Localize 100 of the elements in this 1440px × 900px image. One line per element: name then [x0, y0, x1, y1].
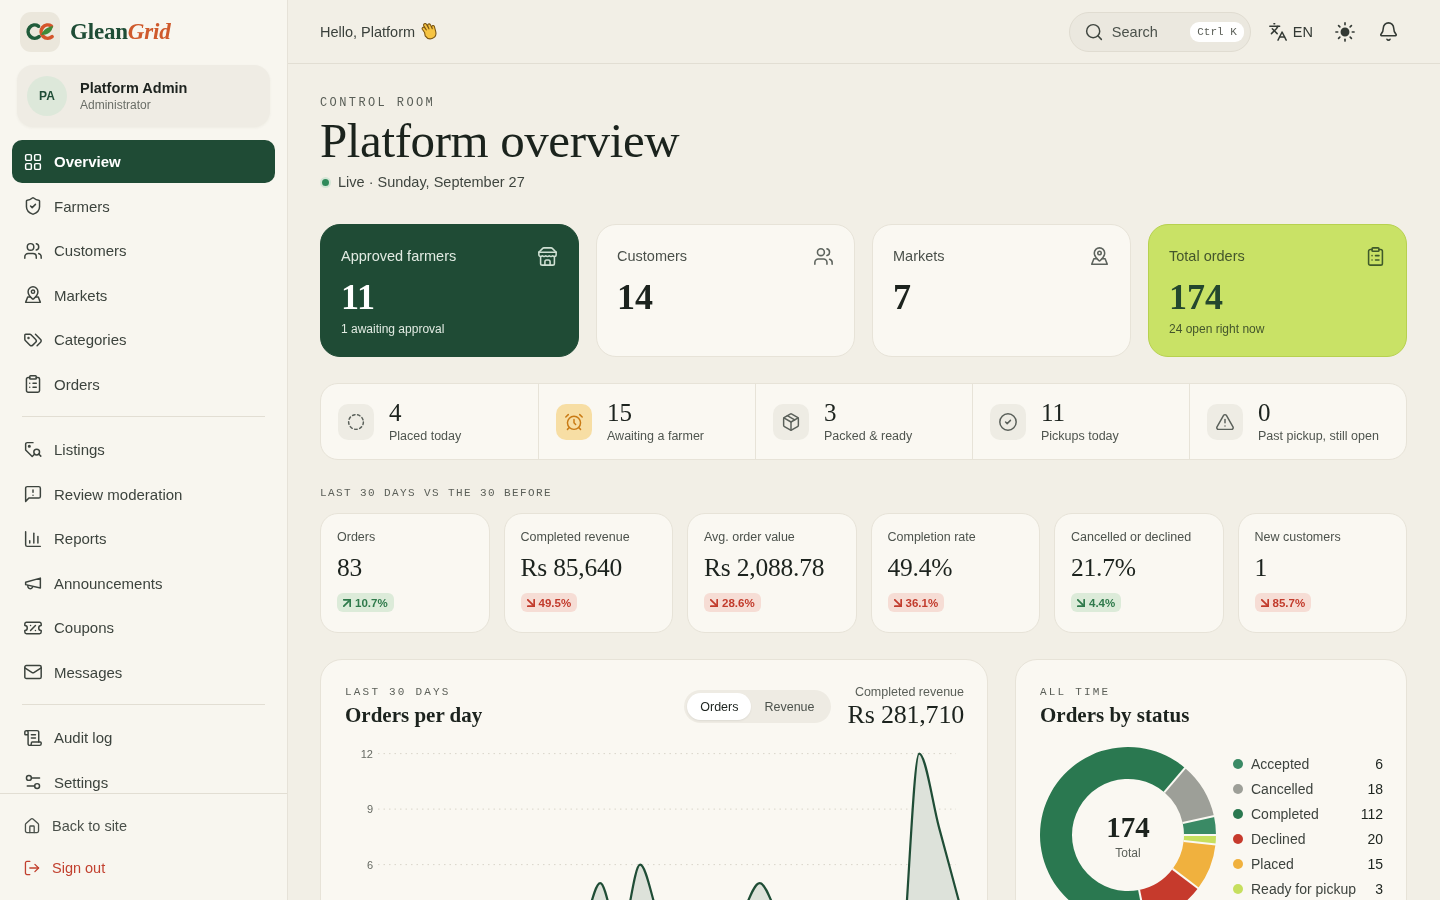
bell-icon	[1379, 22, 1398, 41]
metric-label: Completed revenue	[520, 529, 631, 545]
waving-hand-icon	[421, 22, 439, 41]
home-icon	[24, 818, 40, 834]
box-icon	[773, 403, 809, 440]
megaphone-icon	[24, 574, 42, 592]
legend-count: 112	[1360, 806, 1383, 822]
footer-link[interactable]: Sign out	[12, 847, 275, 889]
arrow-down-right-icon	[1077, 598, 1085, 607]
change-value: 4.4%	[1089, 596, 1116, 609]
segment-button[interactable]: Orders	[687, 693, 752, 720]
stat-value: 11	[341, 276, 376, 319]
metric-value: 21.7%	[1071, 552, 1137, 584]
legend-count: 18	[1367, 781, 1383, 797]
pipeline-label: Placed today	[389, 429, 462, 444]
metric-label: Cancelled or declined	[1071, 529, 1193, 545]
metric-label: Avg. order value	[704, 529, 796, 545]
greeting-text: Hello, Platform	[320, 23, 416, 40]
users-icon	[24, 241, 42, 260]
segment-button[interactable]: Revenue	[751, 693, 828, 720]
legend-label: Ready for pickup	[1251, 881, 1357, 897]
metric-value: 83	[337, 552, 364, 584]
nav-item[interactable]: Audit log	[12, 716, 275, 759]
scroll-icon	[24, 728, 42, 747]
map-pin-icon	[1090, 246, 1109, 266]
legend-label: Placed	[1251, 856, 1294, 872]
arrow-down-right-icon	[710, 598, 718, 607]
stat-value: 174	[1169, 276, 1224, 319]
nav-item[interactable]: Review moderation	[12, 472, 275, 516]
nav-item[interactable]: Categories	[12, 318, 275, 361]
metric-label: Orders	[337, 529, 377, 545]
search-icon	[1084, 22, 1103, 41]
legend-count: 15	[1367, 856, 1383, 872]
change-value: 85.7%	[1272, 596, 1306, 609]
store-icon	[538, 246, 557, 266]
legend-label: Cancelled	[1251, 781, 1314, 797]
metric-value: Rs 85,640	[520, 552, 624, 584]
shortcut-key: Ctrl K	[1190, 21, 1244, 42]
arrow-down-right-icon	[1260, 598, 1269, 607]
stat-value: 14	[617, 276, 654, 319]
donut-total-label: Total	[1115, 846, 1141, 860]
nav-item[interactable]: Announcements	[12, 561, 275, 605]
nav-item[interactable]: Customers	[12, 229, 275, 272]
users-icon	[814, 246, 833, 266]
language-button[interactable]: EN	[1262, 13, 1319, 50]
shield-check-icon	[24, 197, 42, 215]
legend-count: 3	[1375, 881, 1383, 897]
change-value: 36.1%	[905, 596, 939, 609]
section-heading: LAST 30 DAYS VS THE 30 BEFORE	[320, 486, 554, 500]
sun-icon	[1335, 21, 1355, 42]
summary-label: Completed revenue	[853, 685, 964, 699]
change-value: 10.7%	[355, 596, 388, 609]
stat-value: 7	[893, 276, 912, 319]
nav-item[interactable]: Messages	[12, 650, 275, 694]
sliders-icon	[24, 773, 42, 791]
pipeline-count: 4	[389, 399, 403, 427]
chart-title: Orders by status	[1040, 702, 1191, 728]
arrow-down-right-icon	[893, 598, 902, 607]
nav-item[interactable]: Settings	[12, 760, 275, 793]
footer-link[interactable]: Back to site	[12, 805, 275, 847]
pipeline-label: Packed & ready	[824, 429, 913, 444]
chart-eyebrow: ALL TIME	[1040, 685, 1112, 699]
page-title: Platform overview	[320, 114, 681, 167]
alarm-clock-icon	[556, 403, 592, 440]
user-avatar: PA	[27, 76, 67, 116]
legend-label: Declined	[1251, 831, 1306, 847]
stat-label: Markets	[893, 248, 945, 264]
brand-name: GleanGrid	[70, 19, 171, 45]
map-pin-icon	[24, 286, 42, 304]
nav-item[interactable]: Overview	[12, 140, 275, 183]
pipeline-label: Awaiting a farmer	[607, 429, 705, 444]
user-name: Platform Admin	[80, 79, 188, 97]
summary-value: Rs 281,710	[847, 699, 964, 731]
pipeline-label: Past pickup, still open	[1258, 429, 1379, 444]
nav-item[interactable]: Listings	[12, 428, 275, 471]
metric-label: New customers	[1254, 529, 1342, 545]
stat-label: Customers	[617, 248, 688, 264]
search-input[interactable]: Search	[1111, 20, 1183, 43]
nav-item[interactable]: Orders	[12, 362, 275, 406]
legend-count: 20	[1367, 831, 1383, 847]
mail-icon	[24, 663, 42, 681]
message-alert-icon	[24, 485, 42, 503]
bar-chart-icon	[24, 529, 42, 548]
clipboard-icon	[1366, 246, 1385, 266]
legend-label: Accepted	[1251, 756, 1310, 772]
metric-value: 49.4%	[887, 552, 954, 584]
nav-item[interactable]: Reports	[12, 517, 275, 560]
stat-note: 24 open right now	[1169, 322, 1266, 336]
stat-label: Approved farmers	[341, 248, 457, 264]
chart-title: Orders per day	[345, 702, 483, 728]
log-out-icon	[24, 860, 40, 876]
nav-item[interactable]: Farmers	[12, 184, 275, 228]
stat-note: 1 awaiting approval	[341, 322, 446, 336]
nav-item[interactable]: Markets	[12, 273, 275, 317]
axis-tick-label: 6	[366, 858, 373, 871]
change-value: 49.5%	[538, 596, 572, 609]
clipboard-icon	[24, 375, 42, 393]
chart-eyebrow: LAST 30 DAYS	[345, 685, 452, 699]
nav-item[interactable]: Coupons	[12, 606, 275, 649]
metric-value: Rs 2,088.78	[704, 552, 826, 584]
